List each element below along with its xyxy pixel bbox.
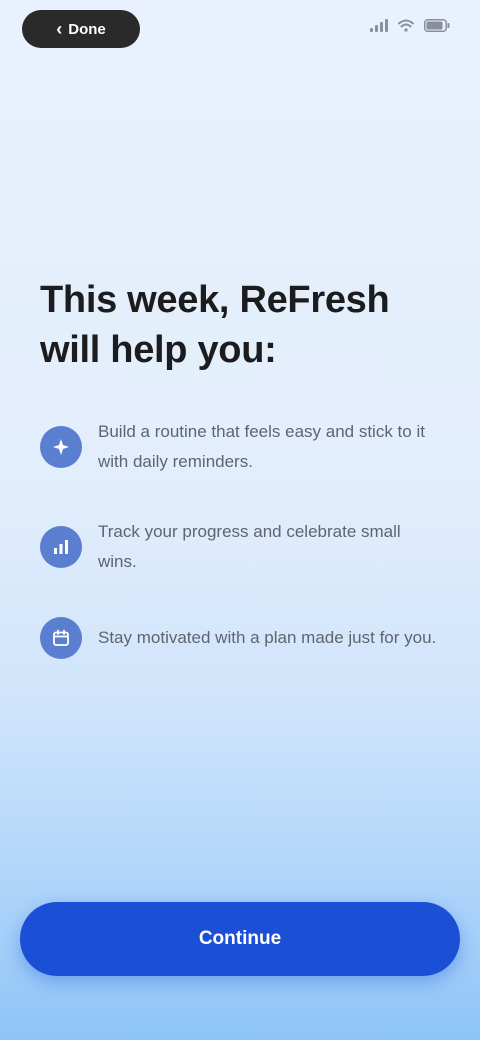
onboarding-content: This week, ReFresh will help you: Build … xyxy=(40,275,440,699)
feature-text: Track your progress and celebrate small … xyxy=(98,522,401,571)
chevron-left-icon: ‹ xyxy=(56,19,63,39)
continue-button[interactable]: Continue xyxy=(20,902,460,976)
status-icons xyxy=(370,18,450,32)
chart-icon xyxy=(40,526,82,568)
list-item: Stay motivated with a plan made just for… xyxy=(40,617,440,659)
feature-list: Build a routine that feels easy and stic… xyxy=(40,417,440,659)
calendar-icon xyxy=(40,617,82,659)
list-item: Build a routine that feels easy and stic… xyxy=(40,417,440,477)
battery-icon xyxy=(424,18,450,32)
sparkle-icon xyxy=(40,426,82,468)
page-title-line-2: will help you: xyxy=(40,329,277,371)
list-item: Track your progress and celebrate small … xyxy=(40,517,440,577)
page-title: This week, ReFresh will help you: xyxy=(40,275,440,375)
status-bar: ‹ Done xyxy=(0,0,480,60)
signal-icon xyxy=(370,18,388,32)
page-title-line-1: This week, ReFresh xyxy=(40,279,390,321)
feature-text: Build a routine that feels easy and stic… xyxy=(98,422,425,471)
wifi-icon xyxy=(398,19,414,32)
done-button[interactable]: ‹ Done xyxy=(22,10,140,48)
done-button-label: Done xyxy=(68,20,106,38)
feature-text: Stay motivated with a plan made just for… xyxy=(98,628,437,647)
